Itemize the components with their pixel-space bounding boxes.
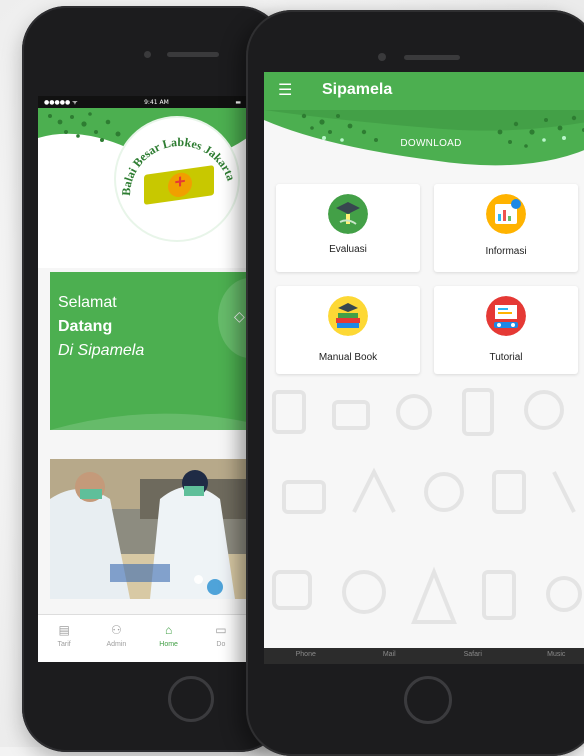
speaker-grille bbox=[404, 55, 460, 60]
battery-icon: ▬ bbox=[235, 99, 241, 106]
logo-cross-icon bbox=[168, 171, 192, 198]
camera-icon bbox=[144, 51, 151, 58]
carrier-signal: ●●●●● ᯤ bbox=[44, 98, 78, 106]
app-bar: ☰ Sipamela bbox=[264, 72, 584, 110]
tab-home-label: Home bbox=[159, 641, 178, 648]
header-left: Balai Besar Labkes Jakarta bbox=[38, 108, 247, 268]
welcome-wave bbox=[50, 402, 247, 430]
camera-icon bbox=[378, 53, 386, 61]
screen-left: ●●●●● ᯤ 9:41 AM ▬ Balai Besar Labkes Jak… bbox=[38, 96, 247, 662]
doc-icon: ▭ bbox=[195, 623, 247, 637]
speaker-grille bbox=[167, 52, 219, 57]
books-icon bbox=[328, 296, 368, 336]
menu-label-manual-book: Manual Book bbox=[276, 352, 420, 363]
tab-do-label: Do bbox=[216, 641, 225, 648]
labkes-logo: Balai Besar Labkes Jakarta bbox=[116, 118, 238, 240]
welcome-card: ◇ Selamat Datang Di Sipamela bbox=[50, 272, 247, 430]
tab-safari[interactable]: Safari bbox=[431, 648, 515, 664]
tab-home[interactable]: ⌂ Home bbox=[143, 615, 195, 662]
bottom-nav-right: Phone Mail Safari Music bbox=[264, 648, 584, 664]
phone-left: ●●●●● ᯤ 9:41 AM ▬ Balai Besar Labkes Jak… bbox=[22, 6, 284, 752]
tab-music[interactable]: Music bbox=[515, 648, 584, 664]
projector-icon bbox=[486, 296, 526, 336]
download-link[interactable]: DOWNLOAD bbox=[264, 138, 584, 149]
phone-right: ☰ Sipamela DOWNLOAD bbox=[246, 10, 584, 756]
welcome-line-2: Datang bbox=[58, 318, 112, 336]
bottom-nav-left: ▤ Tarif ⚇ Admin ⌂ Home ▭ Do bbox=[38, 614, 247, 662]
menu-card-informasi[interactable]: Informasi bbox=[434, 184, 578, 272]
lab-photo bbox=[50, 459, 247, 599]
app-title: Sipamela bbox=[322, 81, 392, 99]
status-time: 9:41 AM bbox=[144, 99, 169, 106]
menu-card-manual-book[interactable]: Manual Book bbox=[276, 286, 420, 374]
carousel-indicator[interactable] bbox=[194, 575, 203, 584]
lab-photo-image bbox=[50, 459, 247, 599]
download-banner: DOWNLOAD bbox=[264, 110, 584, 174]
menu-label-evaluasi: Evaluasi bbox=[276, 244, 420, 255]
people-icon: ⚇ bbox=[90, 623, 142, 637]
graduation-icon bbox=[328, 194, 368, 234]
tab-mail[interactable]: Mail bbox=[348, 648, 432, 664]
clipboard-icon: ▤ bbox=[38, 623, 90, 637]
tab-tarif[interactable]: ▤ Tarif bbox=[38, 615, 90, 662]
tab-admin[interactable]: ⚇ Admin bbox=[90, 615, 142, 662]
home-button[interactable] bbox=[168, 676, 214, 722]
home-icon: ⌂ bbox=[143, 623, 195, 637]
tab-tarif-label: Tarif bbox=[58, 641, 71, 648]
status-bar: ●●●●● ᯤ 9:41 AM ▬ bbox=[38, 96, 247, 108]
tab-do[interactable]: ▭ Do bbox=[195, 615, 247, 662]
menu-card-evaluasi[interactable]: Evaluasi bbox=[276, 184, 420, 272]
menu-label-tutorial: Tutorial bbox=[434, 352, 578, 363]
tab-phone[interactable]: Phone bbox=[264, 648, 348, 664]
screen-right: ☰ Sipamela DOWNLOAD bbox=[264, 72, 584, 664]
chart-board-icon bbox=[486, 194, 526, 234]
eye-icon[interactable]: ◇ bbox=[234, 308, 245, 325]
welcome-line-1: Selamat bbox=[58, 294, 117, 312]
menu-card-tutorial[interactable]: Tutorial bbox=[434, 286, 578, 374]
home-button[interactable] bbox=[404, 676, 452, 724]
menu-label-informasi: Informasi bbox=[434, 246, 578, 257]
background-pattern bbox=[264, 372, 584, 664]
hamburger-menu-icon[interactable]: ☰ bbox=[278, 80, 292, 100]
tab-admin-label: Admin bbox=[106, 641, 126, 648]
welcome-line-3: Di Sipamela bbox=[58, 342, 144, 360]
